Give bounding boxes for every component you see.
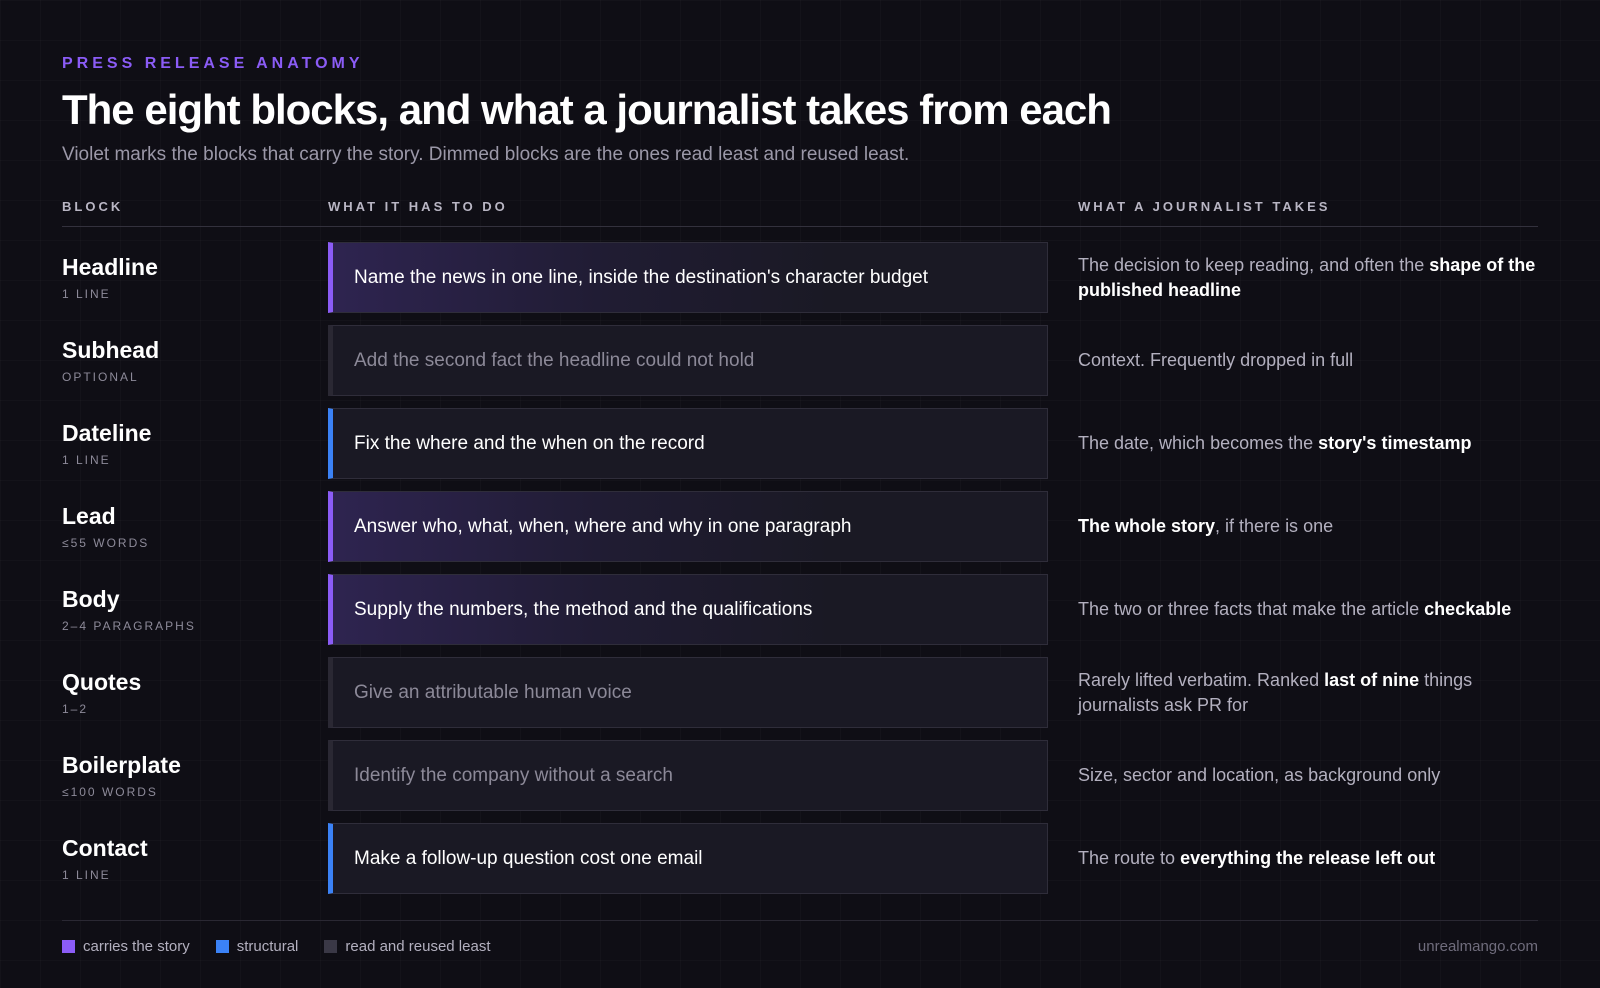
journalist-take: The date, which becomes the story's time… bbox=[1078, 408, 1538, 479]
block-name: Boilerplate bbox=[62, 752, 181, 778]
table-row: Subhead OPTIONAL Add the second fact the h… bbox=[62, 325, 1538, 408]
column-header-task: WHAT IT HAS TO DO bbox=[328, 199, 508, 214]
take-emphasis: story's timestamp bbox=[1318, 433, 1472, 453]
journalist-take: Context. Frequently dropped in full bbox=[1078, 325, 1538, 396]
column-header-block: BLOCK bbox=[62, 199, 124, 214]
legend-swatch bbox=[62, 940, 75, 953]
block-name: Subhead bbox=[62, 337, 160, 363]
block-name: Quotes bbox=[62, 669, 142, 695]
block-name: Body bbox=[62, 586, 120, 612]
block-task-text: Fix the where and the when on the record bbox=[354, 432, 705, 454]
take-text: The decision to keep reading, and often … bbox=[1078, 254, 1430, 275]
journalist-take: Rarely lifted verbatim. Ranked last of n… bbox=[1078, 657, 1538, 728]
block-length: ≤100 WORDS bbox=[62, 785, 158, 799]
blocks-table: Headline 1 LINE Name the news in one line,… bbox=[62, 242, 1538, 906]
take-text: Context. Frequently dropped in full bbox=[1078, 350, 1354, 370]
legend-label: carries the story bbox=[83, 938, 190, 955]
block-task: Answer who, what, when, where and why in… bbox=[328, 491, 1048, 562]
block-length: 1 LINE bbox=[62, 287, 111, 301]
legend-swatch bbox=[215, 940, 229, 953]
column-header-takes: WHAT A JOURNALIST TAKES bbox=[1078, 199, 1331, 214]
take-emphasis: everything the release left out bbox=[1180, 848, 1436, 868]
block-task: Identify the company without a search bbox=[328, 740, 1048, 811]
block-length: ≤55 WORDS bbox=[62, 536, 150, 550]
take-text: The date, which becomes the bbox=[1078, 433, 1319, 453]
block-length: 1 LINE bbox=[62, 453, 111, 467]
block-task: Supply the numbers, the method and the q… bbox=[328, 574, 1048, 645]
credit: unrealmango.com bbox=[1417, 938, 1538, 955]
block-name: Dateline bbox=[62, 420, 152, 446]
take-emphasis: The whole story bbox=[1078, 516, 1216, 536]
block-task-text: Answer who, what, when, where and why in… bbox=[354, 515, 852, 537]
block-task: Make a follow-up question cost one email bbox=[328, 823, 1048, 894]
table-row: Contact 1 LINE Make a follow-up question c… bbox=[62, 823, 1538, 906]
journalist-take: The decision to keep reading, and often … bbox=[1078, 242, 1538, 313]
journalist-take: The route to everything the release left… bbox=[1078, 823, 1538, 894]
footer-divider bbox=[62, 920, 1538, 921]
table-row: Boilerplate ≤100 WORDS Identify the compan… bbox=[62, 740, 1538, 823]
block-task-text: Make a follow-up question cost one email bbox=[354, 847, 703, 869]
take-emphasis: checkable bbox=[1424, 599, 1512, 619]
table-row: Lead ≤55 WORDS Answer who, what, when, whe… bbox=[62, 491, 1538, 574]
block-task-text: Supply the numbers, the method and the q… bbox=[354, 598, 813, 620]
take-text: The route to bbox=[1078, 848, 1181, 868]
block-name: Lead bbox=[62, 503, 116, 529]
journalist-take: The two or three facts that make the art… bbox=[1078, 574, 1538, 645]
journalist-take: The whole story, if there is one bbox=[1078, 491, 1538, 562]
eyebrow: PRESS RELEASE ANATOMY bbox=[62, 55, 364, 72]
block-length: 1 LINE bbox=[62, 868, 111, 882]
take-text: , if there is one bbox=[1215, 516, 1334, 536]
block-length: 1–2 bbox=[62, 702, 89, 716]
block-length: OPTIONAL bbox=[62, 370, 139, 384]
legend-item: carries the story bbox=[62, 938, 190, 955]
block-task-text: Name the news in one line, inside the de… bbox=[354, 266, 928, 288]
journalist-take: Size, sector and location, as background… bbox=[1078, 740, 1538, 811]
legend-label: structural bbox=[236, 938, 299, 955]
block-task-text: Identify the company without a search bbox=[354, 764, 673, 786]
block-name: Contact bbox=[62, 835, 148, 861]
block-task-text: Give an attributable human voice bbox=[354, 681, 632, 703]
take-emphasis: last of nine bbox=[1324, 669, 1420, 690]
take-text: Size, sector and location, as background… bbox=[1078, 765, 1441, 785]
block-length: 2–4 PARAGRAPHS bbox=[62, 619, 196, 633]
table-row: Body 2–4 PARAGRAPHS Supply the numbers, th… bbox=[62, 574, 1538, 657]
take-text: Rarely lifted verbatim. Ranked bbox=[1078, 669, 1325, 690]
block-task: Add the second fact the headline could n… bbox=[328, 325, 1048, 396]
block-name: Headline bbox=[62, 254, 158, 280]
table-row: Headline 1 LINE Name the news in one line,… bbox=[62, 242, 1538, 325]
block-task-text: Add the second fact the headline could n… bbox=[354, 349, 755, 371]
legend-swatch bbox=[324, 940, 338, 953]
table-row: Dateline 1 LINE Fix the where and the when… bbox=[62, 408, 1538, 491]
block-task: Fix the where and the when on the record bbox=[328, 408, 1048, 479]
page-title: The eight blocks, and what a journalist … bbox=[62, 86, 1112, 133]
legend-item: structural bbox=[215, 938, 299, 955]
header-divider bbox=[62, 226, 1538, 227]
table-row: Quotes 1–2 Give an attributable human voic… bbox=[62, 657, 1538, 740]
page-subtitle: Violet marks the blocks that carry the s… bbox=[62, 144, 910, 165]
block-task: Name the news in one line, inside the de… bbox=[328, 242, 1048, 313]
block-task: Give an attributable human voice bbox=[328, 657, 1048, 728]
legend-label: read and reused least bbox=[345, 938, 491, 955]
legend: carries the story structural read and reus… bbox=[62, 938, 517, 955]
take-text: The two or three facts that make the art… bbox=[1078, 599, 1425, 619]
legend-item: read and reused least bbox=[324, 938, 491, 955]
